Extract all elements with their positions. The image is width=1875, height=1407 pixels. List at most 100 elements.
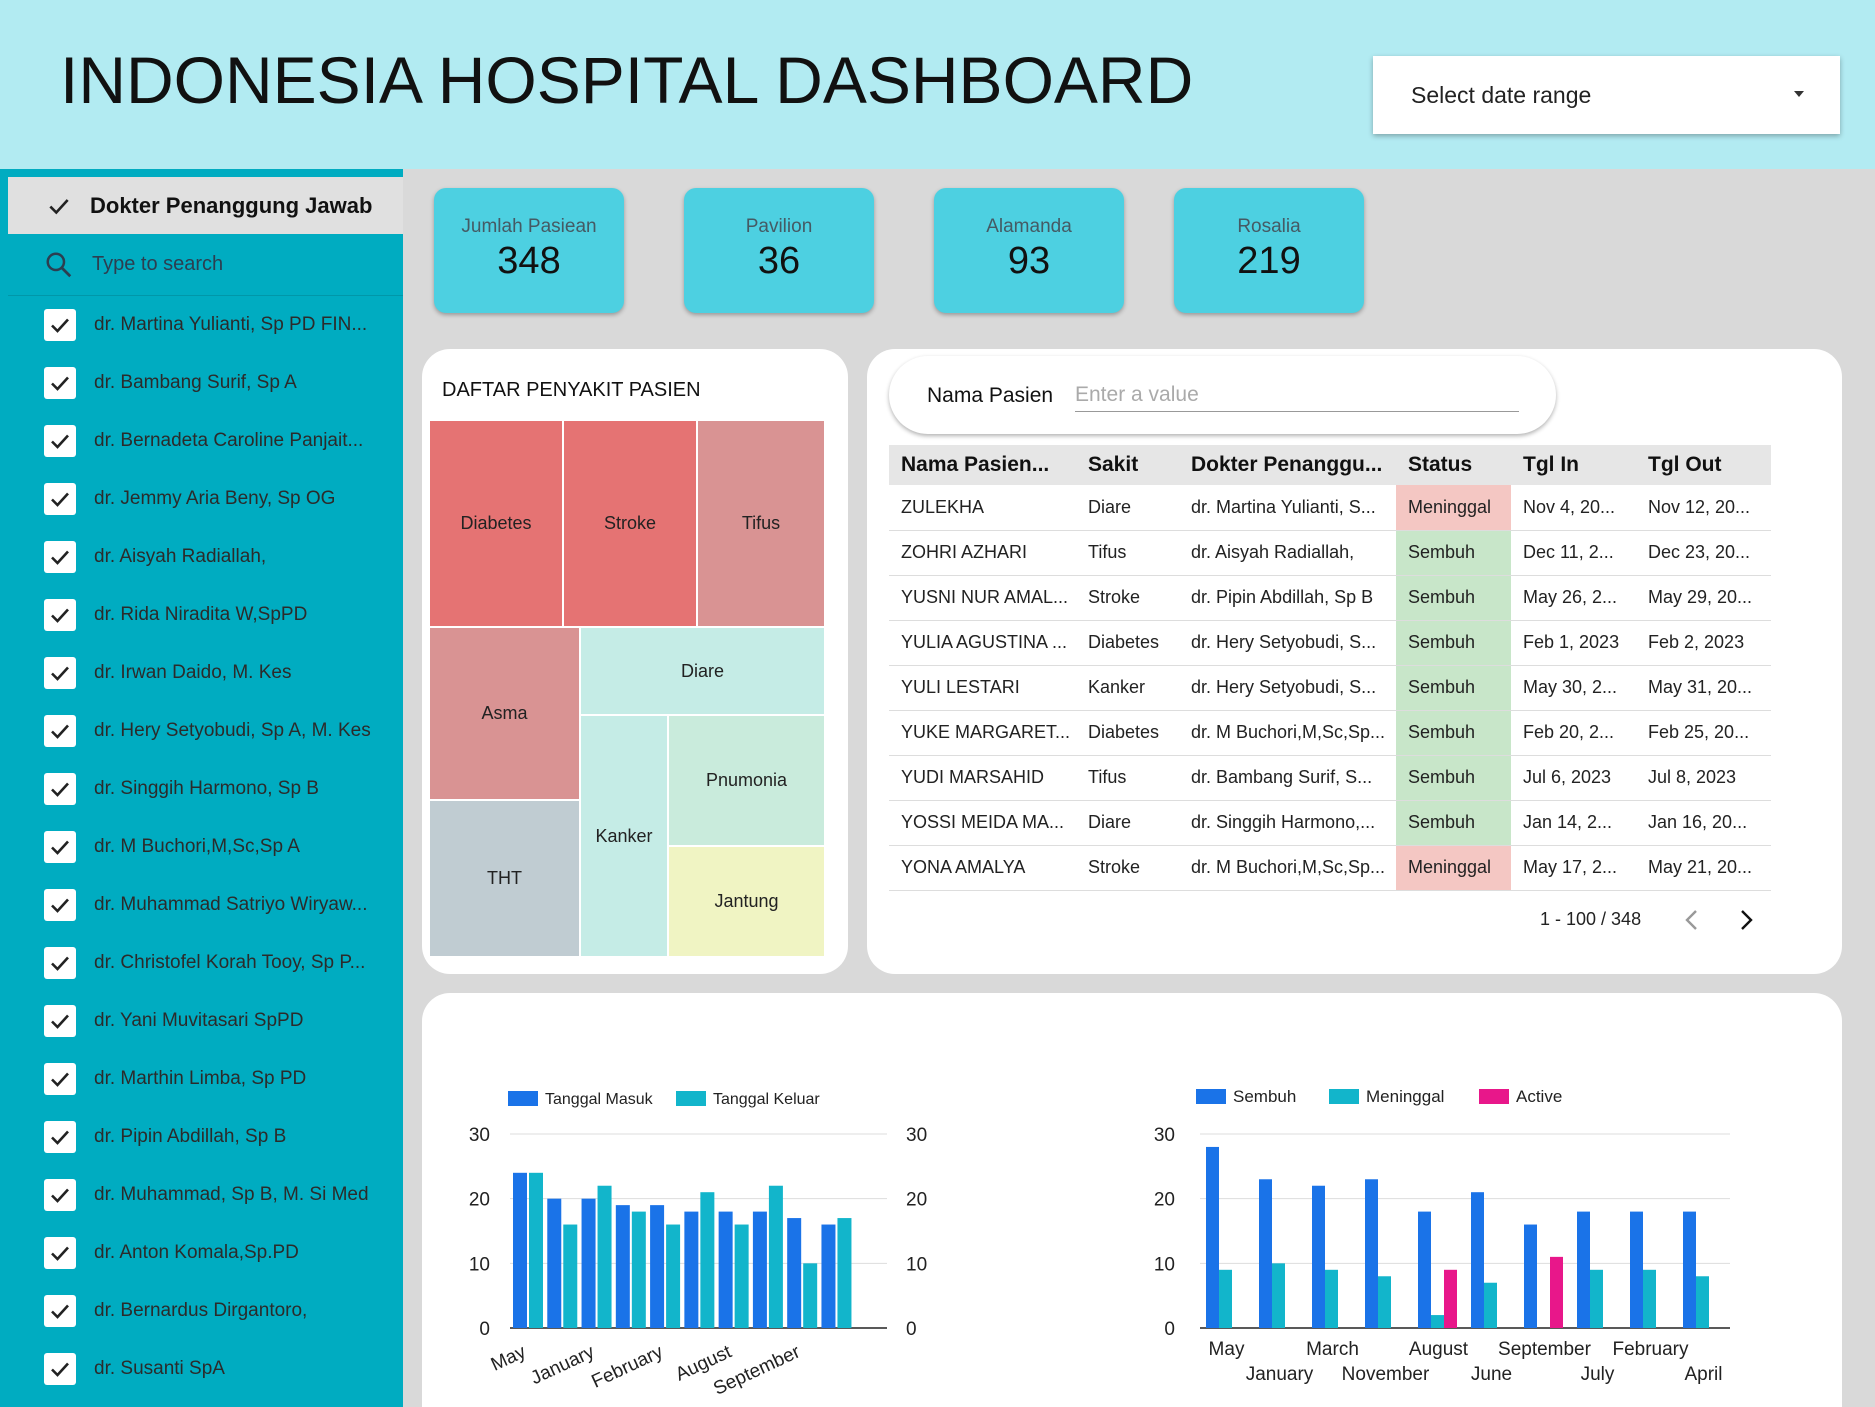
treemap-cell-tht[interactable]: THT <box>429 800 580 957</box>
chevron-left-icon[interactable] <box>1682 908 1702 932</box>
doctor-option[interactable]: dr. Pipin Abdillah, Sp B <box>8 1108 403 1166</box>
treemap-cell-stroke[interactable]: Stroke <box>563 420 697 627</box>
kpi-label: Jumlah Pasiean <box>461 216 597 237</box>
y-tick-label-right: 20 <box>906 1190 927 1211</box>
doctor-option[interactable]: dr. Christofel Korah Tooy, Sp P... <box>8 934 403 992</box>
column-header[interactable]: Dokter Penanggu... <box>1179 445 1396 485</box>
table-cell: Diabetes <box>1076 620 1179 666</box>
bar <box>597 1185 612 1328</box>
x-tick-label: September <box>1498 1339 1592 1360</box>
doctor-option[interactable]: dr. Muhammad, Sp B, M. Si Med <box>8 1166 403 1224</box>
table-row[interactable]: YUSNI NUR AMAL... Stroke dr. Pipin Abdilla… <box>889 575 1771 621</box>
treemap-cell-tifus[interactable]: Tifus <box>697 420 825 627</box>
treemap-cell-label: Diabetes <box>460 513 532 533</box>
table-row[interactable]: ZOHRI AZHARI Tifus dr. Aisyah Radiallah, Se… <box>889 530 1771 576</box>
legend-swatch <box>676 1091 706 1106</box>
table-row[interactable]: YULI LESTARI Kanker dr. Hery Setyobudi, S.… <box>889 665 1771 711</box>
table-cell: Nov 12, 20... <box>1636 485 1771 531</box>
checkbox-checked-icon[interactable] <box>44 1063 76 1095</box>
checkbox-checked-icon[interactable] <box>44 947 76 979</box>
doctor-option[interactable]: dr. Bernardus Dirgantoro, <box>8 1282 403 1340</box>
chevron-right-icon[interactable] <box>1736 908 1756 932</box>
patient-name-input[interactable] <box>1075 378 1519 412</box>
doctor-option[interactable]: dr. Bambang Surif, Sp A <box>8 354 403 412</box>
column-header[interactable]: Tgl In <box>1511 445 1636 485</box>
doctor-option[interactable]: dr. Aisyah Radiallah, <box>8 528 403 586</box>
y-tick-label-right: 0 <box>906 1319 917 1340</box>
kpi-label: Pavilion <box>745 216 813 237</box>
doctor-search-input[interactable]: Type to search <box>8 234 403 296</box>
treemap-cell-asma[interactable]: Asma <box>429 627 580 800</box>
table-cell: YUKE MARGARET... <box>889 710 1076 756</box>
table-cell: Diare <box>1076 800 1179 846</box>
column-header[interactable]: Nama Pasien... <box>889 445 1076 485</box>
doctor-option[interactable]: dr. Yani Muvitasari SpPD <box>8 992 403 1050</box>
bar <box>1325 1269 1338 1328</box>
doctor-option[interactable]: dr. Hery Setyobudi, Sp A, M. Kes <box>8 702 403 760</box>
doctor-option[interactable]: dr. Singgih Harmono, Sp B <box>8 760 403 818</box>
check-icon <box>51 1304 69 1319</box>
checkbox-checked-icon[interactable] <box>44 889 76 921</box>
checkbox-checked-icon[interactable] <box>44 1295 76 1327</box>
checkbox-checked-icon[interactable] <box>44 309 76 341</box>
x-tick-label: February <box>1612 1339 1689 1360</box>
checkbox-checked-icon[interactable] <box>44 483 76 515</box>
table-cell: Diare <box>1076 485 1179 531</box>
treemap-cell-diare[interactable]: Diare <box>580 627 825 715</box>
table-row[interactable]: YULIA AGUSTINA ... Diabetes dr. Hery Setyo… <box>889 620 1771 666</box>
table-row[interactable]: YUDI MARSAHID Tifus dr. Bambang Surif, S..… <box>889 755 1771 801</box>
y-tick-label: 30 <box>469 1125 490 1146</box>
table-cell: Nov 4, 20... <box>1511 485 1636 531</box>
treemap-cell-jantung[interactable]: Jantung <box>668 846 825 957</box>
treemap-cell-label: Asma <box>481 703 528 723</box>
checkbox-checked-icon[interactable] <box>44 541 76 573</box>
doctor-option[interactable]: dr. Bernadeta Caroline Panjait... <box>8 412 403 470</box>
bar <box>1206 1146 1219 1328</box>
check-icon <box>51 724 69 739</box>
table-row[interactable]: YUKE MARGARET... Diabetes dr. M Buchori,M,… <box>889 710 1771 756</box>
checkbox-checked-icon[interactable] <box>44 657 76 689</box>
doctor-option[interactable]: dr. Rida Niradita W,SpPD <box>8 586 403 644</box>
patient-name-filter: Nama Pasien <box>889 356 1556 434</box>
bar <box>581 1198 596 1328</box>
checkbox-checked-icon[interactable] <box>44 831 76 863</box>
doctor-option[interactable]: dr. Martina Yulianti, Sp PD FIN... <box>8 296 403 354</box>
table-row[interactable]: ZULEKHA Diare dr. Martina Yulianti, S... Me… <box>889 485 1771 531</box>
checkbox-checked-icon[interactable] <box>44 425 76 457</box>
bar <box>1431 1315 1444 1328</box>
checkbox-checked-icon[interactable] <box>44 1237 76 1269</box>
column-header[interactable]: Sakit <box>1076 445 1179 485</box>
checkbox-checked-icon[interactable] <box>44 1121 76 1153</box>
doctor-option[interactable]: dr. Susanti SpA <box>8 1340 403 1398</box>
checkbox-checked-icon[interactable] <box>44 773 76 805</box>
checkbox-checked-icon[interactable] <box>44 1005 76 1037</box>
doctor-option-label: dr. Anton Komala,Sp.PD <box>94 1242 299 1263</box>
checkbox-checked-icon[interactable] <box>44 715 76 747</box>
column-header[interactable]: Tgl Out <box>1636 445 1771 485</box>
treemap-cell-kanker[interactable]: Kanker <box>580 715 668 957</box>
doctor-option[interactable]: dr. Marthin Limba, Sp PD <box>8 1050 403 1108</box>
x-tick-label: July <box>1581 1364 1615 1385</box>
table-cell: Stroke <box>1076 845 1179 891</box>
doctor-option[interactable]: dr. Jemmy Aria Beny, Sp OG <box>8 470 403 528</box>
doctor-option[interactable]: dr. Muhammad Satriyo Wiryaw... <box>8 876 403 934</box>
table-cell: YONA AMALYA <box>889 845 1076 891</box>
doctor-option[interactable]: dr. M Buchori,M,Sc,Sp A <box>8 818 403 876</box>
doctor-filter-select-all[interactable]: Dokter Penanggung Jawab <box>8 177 403 234</box>
table-row[interactable]: YOSSI MEIDA MA... Diare dr. Singgih Harmon… <box>889 800 1771 846</box>
column-header[interactable]: Status <box>1396 445 1511 485</box>
table-row[interactable]: YONA AMALYA Stroke dr. M Buchori,M,Sc,Sp..… <box>889 845 1771 891</box>
treemap-cell-diabetes[interactable]: Diabetes <box>429 420 563 627</box>
treemap-cell-pnumonia[interactable]: Pnumonia <box>668 715 825 846</box>
doctor-option[interactable]: dr. Irwan Daido, M. Kes <box>8 644 403 702</box>
checkbox-checked-icon[interactable] <box>44 1179 76 1211</box>
doctor-option[interactable]: dr. Anton Komala,Sp.PD <box>8 1224 403 1282</box>
date-range-label: Select date range <box>1411 81 1592 108</box>
y-tick-label-right: 30 <box>906 1125 927 1146</box>
checkbox-checked-icon[interactable] <box>44 367 76 399</box>
date-range-selector[interactable]: Select date range <box>1373 56 1840 134</box>
check-icon <box>51 898 69 913</box>
checkbox-checked-icon[interactable] <box>44 1353 76 1385</box>
table-cell: Diabetes <box>1076 710 1179 756</box>
checkbox-checked-icon[interactable] <box>44 599 76 631</box>
